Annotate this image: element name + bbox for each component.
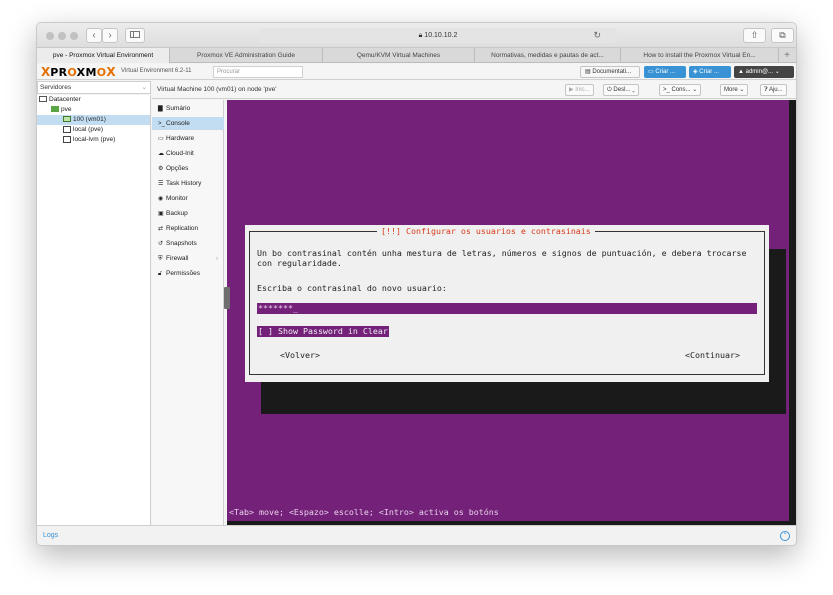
- share-icon: ⇧: [750, 30, 759, 40]
- vm-menu: ▇ Sumário >_Console ▭ Hardware ☁ Cloud-Init…: [152, 100, 224, 525]
- proxmox-header: X PROXMO X Virtual Environment 6.2-11 Pro…: [37, 64, 796, 80]
- keyboard-hint: <Tab> move; <Espazo> escolle; <Intro> ac…: [229, 507, 499, 517]
- share-button[interactable]: ⇧: [743, 28, 766, 43]
- tree-datacenter[interactable]: Datacenter: [39, 95, 81, 105]
- back-button[interactable]: <Volver>: [280, 350, 320, 360]
- user-icon: ▲: [738, 69, 746, 75]
- show-password-checkbox[interactable]: [ ] Show Password in Clear: [257, 326, 389, 337]
- tab-proxmox[interactable]: pve - Proxmox Virtual Environment: [37, 48, 170, 63]
- continue-button[interactable]: <Continuar>: [685, 350, 740, 360]
- minimize-traffic-light[interactable]: [58, 32, 66, 40]
- unlock-icon: 🔓︎: [158, 271, 162, 277]
- logs-label[interactable]: Logs: [43, 532, 58, 539]
- history-icon: ↺: [158, 241, 164, 247]
- floppy-icon: ▣: [158, 211, 164, 217]
- shutdown-button[interactable]: ⏻ Desl... ⌄: [603, 84, 639, 96]
- create-vm-button[interactable]: ▭ Criar ...: [644, 66, 686, 78]
- dialog-title: [!!] Configurar os usuarios e contrasina…: [377, 226, 595, 236]
- proxmox-logo: X PROXMO X: [41, 65, 116, 79]
- forward-button[interactable]: ›: [102, 28, 118, 43]
- menu-permissions[interactable]: 🔓︎ Permissões: [152, 267, 224, 280]
- menu-console[interactable]: >_Console: [152, 117, 224, 130]
- console-edge: [789, 100, 796, 525]
- tabs-icon: ⧉: [779, 30, 786, 40]
- shield-icon: ⛨: [158, 256, 163, 262]
- chevron-down-icon: ⌄: [739, 87, 745, 93]
- storage-icon: [63, 135, 71, 143]
- menu-summary[interactable]: ▇ Sumário: [152, 102, 224, 115]
- search-input[interactable]: Procurar: [213, 66, 303, 78]
- summary-icon: ▇: [158, 106, 163, 112]
- menu-monitor[interactable]: ◉ Monitor: [152, 192, 224, 205]
- desktop-icon: ▭: [158, 136, 164, 142]
- menu-backup[interactable]: ▣ Backup: [152, 207, 224, 220]
- tree-vm-100[interactable]: 100 (vm01): [37, 115, 150, 125]
- gear-icon: ⚙: [158, 166, 164, 172]
- tab-bar: pve - Proxmox Virtual Environment Proxmo…: [37, 48, 796, 63]
- new-tab-button[interactable]: +: [779, 48, 795, 62]
- lock-icon: 🔒︎: [418, 32, 423, 39]
- url-text: 10.10.10.2: [424, 32, 458, 39]
- sidebar-toggle-button[interactable]: [125, 28, 145, 43]
- reload-icon[interactable]: ↻: [593, 28, 601, 43]
- vm-title: Virtual Machine 100 (vm01) on node 'pve': [157, 86, 277, 93]
- tab-qemu-vms[interactable]: Qemu/KVM Virtual Machines: [323, 48, 475, 63]
- browser-window: ‹ › 🔒︎ 10.10.10.2 ↻ ⇧ ⧉ pve - Proxmox Vi…: [36, 22, 797, 546]
- menu-cloud-init[interactable]: ☁ Cloud-Init: [152, 147, 224, 160]
- datacenter-icon: [39, 96, 47, 103]
- zoom-traffic-light[interactable]: [70, 32, 78, 40]
- documentation-button[interactable]: ▤ Documentati...: [580, 66, 640, 78]
- start-button[interactable]: ▶ Inic...: [565, 84, 594, 96]
- browser-titlebar: ‹ › 🔒︎ 10.10.10.2 ↻ ⇧ ⧉: [37, 23, 796, 48]
- help-button[interactable]: ❓︎ Aju...: [760, 84, 787, 96]
- storage-icon: [63, 125, 71, 133]
- tab-admin-guide[interactable]: Proxmox VE Administration Guide: [170, 48, 323, 63]
- installer-dialog: [!!] Configurar os usuarios e contrasina…: [245, 225, 769, 382]
- tab-how-to-install[interactable]: How to install the Proxmox Virtual En...: [621, 48, 779, 63]
- tab-normativas[interactable]: Normativas, medidas e pautas de act...: [475, 48, 621, 63]
- server-view-select[interactable]: Servidores ⌄: [37, 81, 151, 94]
- node-icon: [51, 106, 59, 113]
- close-traffic-light[interactable]: [46, 32, 54, 40]
- list-icon: ☰: [158, 181, 164, 187]
- terminal-icon: >_: [158, 121, 165, 127]
- expand-logs-icon[interactable]: ⌃: [780, 531, 790, 541]
- dialog-prompt: Escriba o contrasinal do novo usuario:: [257, 283, 447, 293]
- back-button[interactable]: ‹: [86, 28, 102, 43]
- password-input[interactable]: *******_: [257, 303, 757, 314]
- chevron-down-icon: ⌄: [632, 87, 635, 93]
- menu-snapshots[interactable]: ↺ Snapshots: [152, 237, 224, 250]
- menu-options[interactable]: ⚙ Opções: [152, 162, 224, 175]
- address-bar[interactable]: 🔒︎ 10.10.10.2 ↻: [259, 28, 617, 43]
- content-header: Virtual Machine 100 (vm01) on node 'pve'…: [152, 81, 796, 99]
- eye-icon: ◉: [158, 196, 164, 202]
- tabs-overview-button[interactable]: ⧉: [771, 28, 794, 43]
- user-menu-button[interactable]: ▲ admin@... ⌄: [734, 66, 794, 78]
- collapse-handle[interactable]: [224, 287, 230, 309]
- tree-node-pve[interactable]: pve: [51, 105, 71, 115]
- more-button[interactable]: More ⌄: [720, 84, 749, 96]
- chevron-down-icon: ⌄: [692, 87, 698, 93]
- menu-firewall[interactable]: ⛨ Firewall ›: [152, 252, 224, 265]
- chevron-right-icon: ›: [215, 255, 218, 262]
- terminal-icon: >_: [663, 87, 672, 93]
- menu-hardware[interactable]: ▭ Hardware: [152, 132, 224, 145]
- retweet-icon: ⇄: [158, 226, 164, 232]
- console-button[interactable]: >_ Cons... ⌄: [659, 84, 702, 96]
- menu-task-history[interactable]: ☰ Task History: [152, 177, 224, 190]
- resource-tree: Datacenter pve 100 (vm01) local (pve) lo…: [37, 95, 151, 525]
- log-panel: Logs ⌃: [37, 525, 796, 545]
- sidebar-icon: [130, 31, 140, 38]
- environment-version: Virtual Environment 6.2-11: [121, 68, 192, 74]
- create-ct-button[interactable]: ◈ Criar ...: [689, 66, 731, 78]
- dialog-text: Un bo contrasinal contén unha mestura de…: [257, 248, 747, 268]
- tree-storage-local[interactable]: local (pve): [63, 125, 103, 135]
- cloud-icon: ☁: [158, 151, 164, 157]
- tree-storage-local-lvm[interactable]: local-lvm (pve): [63, 135, 115, 145]
- chevron-down-icon: ⌄: [141, 84, 147, 91]
- vm-icon: [63, 116, 71, 123]
- menu-replication[interactable]: ⇄ Replication: [152, 222, 224, 235]
